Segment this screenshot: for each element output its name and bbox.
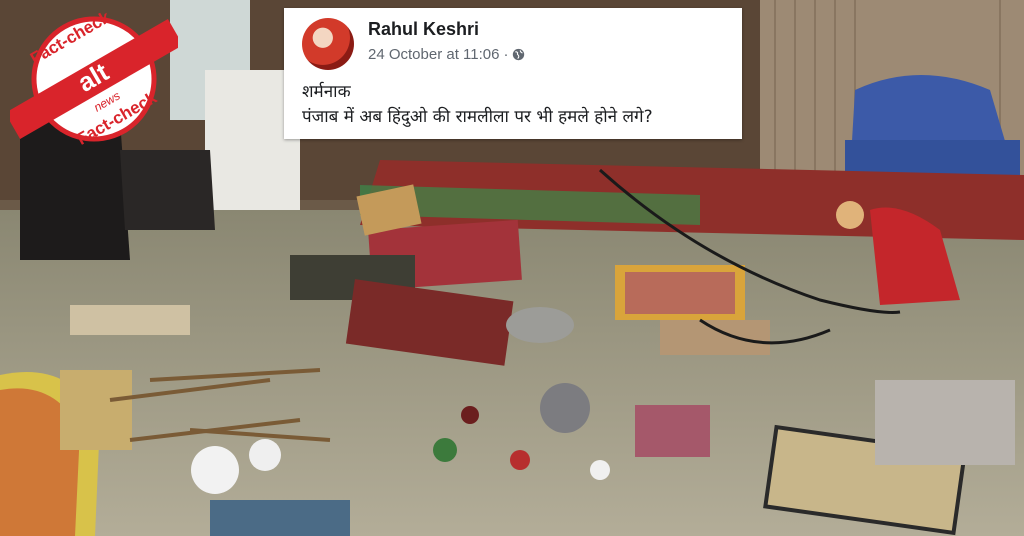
fact-check-badge: Fact-check alt news Fact-check xyxy=(5,4,183,154)
facebook-post-card: Rahul Keshri 24 October at 11:06 · शर्मन… xyxy=(284,8,742,139)
post-author[interactable]: Rahul Keshri xyxy=(368,19,479,40)
avatar[interactable] xyxy=(302,18,354,70)
globe-icon xyxy=(513,48,525,61)
post-meta: 24 October at 11:06 · xyxy=(368,46,525,63)
post-line-1: शर्मनाक xyxy=(302,82,351,102)
post-body: शर्मनाक पंजाब में अब हिंदुओ की रामलीला प… xyxy=(302,80,732,130)
post-line-2: पंजाब में अब हिंदुओ की रामलीला पर भी हमल… xyxy=(302,107,653,127)
post-timestamp[interactable]: 24 October at 11:06 xyxy=(368,46,499,63)
meta-separator: · xyxy=(503,46,509,63)
